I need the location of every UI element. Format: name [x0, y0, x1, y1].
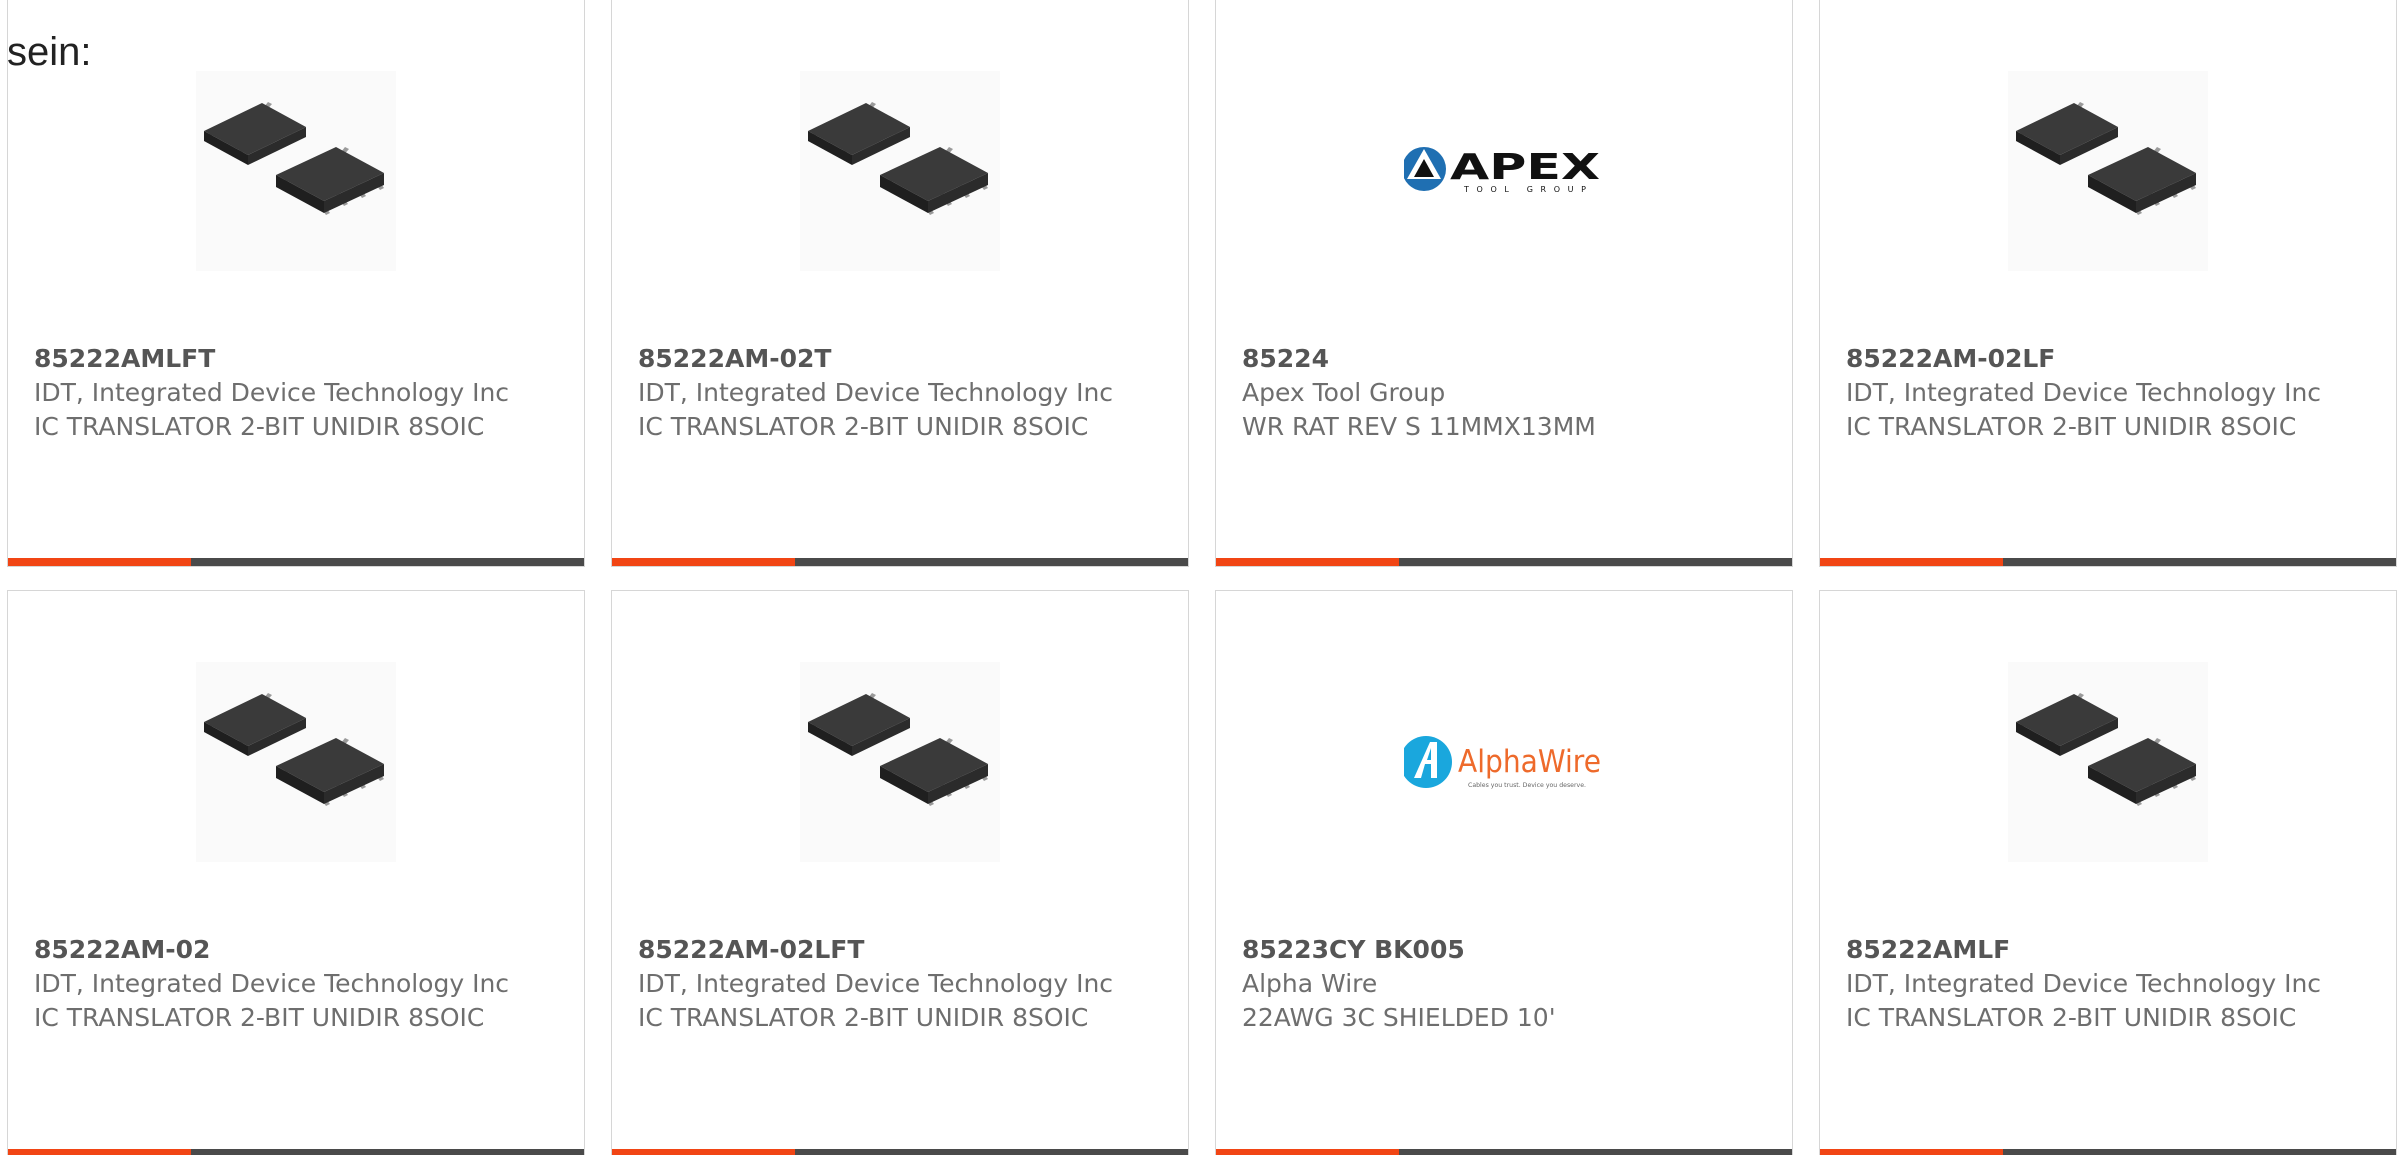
- card-footer-bar: [1820, 558, 2396, 566]
- product-description: WR RAT REV S 11MMX13MM: [1242, 412, 1596, 441]
- part-number-link[interactable]: 85222AM-02: [34, 933, 554, 967]
- product-image[interactable]: [196, 71, 396, 271]
- card-footer-bar: [612, 558, 1188, 566]
- product-description: IC TRANSLATOR 2-BIT UNIDIR 8SOIC: [1846, 412, 2297, 441]
- part-number-link[interactable]: 85222AM-02T: [638, 342, 1158, 376]
- product-grid: 85222AMLFT IDT, Integrated Device Techno…: [7, 0, 2400, 1155]
- product-image[interactable]: APEX TOOL GROUP: [1404, 71, 1604, 271]
- manufacturer-name: IDT, Integrated Device Technology Inc: [34, 969, 510, 998]
- product-card[interactable]: APEX TOOL GROUP 85224 Apex Tool Group WR…: [1215, 0, 1793, 567]
- ic-chip-icon: [196, 662, 396, 862]
- ic-chip-icon: [800, 662, 1000, 862]
- part-number-link[interactable]: 85222AMLF: [1846, 933, 2366, 967]
- intro-text: sein:: [7, 30, 92, 74]
- card-footer-bar: [1216, 1149, 1792, 1155]
- alphawire-logo: AlphaWire Cables you trust. Device you d…: [1404, 736, 1601, 789]
- product-info: 85222AM-02T IDT, Integrated Device Techn…: [638, 342, 1158, 444]
- card-accent-bar: [1216, 558, 1399, 566]
- product-description: IC TRANSLATOR 2-BIT UNIDIR 8SOIC: [638, 412, 1089, 441]
- apex-logo-wordmark: APEX: [1450, 147, 1600, 188]
- card-accent-bar: [8, 558, 191, 566]
- product-image[interactable]: [2008, 662, 2208, 862]
- card-footer-bar: [8, 558, 584, 566]
- product-info: 85222AM-02 IDT, Integrated Device Techno…: [34, 933, 554, 1035]
- apex-logo: APEX TOOL GROUP: [1404, 147, 1600, 194]
- product-info: 85222AM-02LF IDT, Integrated Device Tech…: [1846, 342, 2366, 444]
- alphawire-logo-tagline: Cables you trust. Device you deserve.: [1468, 782, 1586, 789]
- product-results-page: sein: 85222AMLFT IDT, Integrated Device …: [0, 0, 2400, 1155]
- part-number-link[interactable]: 85222AMLFT: [34, 342, 554, 376]
- product-card[interactable]: 85222AM-02T IDT, Integrated Device Techn…: [611, 0, 1189, 567]
- ic-chip-icon: [2008, 71, 2208, 271]
- part-number-link[interactable]: 85224: [1242, 342, 1762, 376]
- card-accent-bar: [612, 558, 795, 566]
- product-info: 85222AM-02LFT IDT, Integrated Device Tec…: [638, 933, 1158, 1035]
- manufacturer-name: IDT, Integrated Device Technology Inc: [638, 378, 1114, 407]
- ic-chip-icon: [196, 71, 396, 271]
- product-description: IC TRANSLATOR 2-BIT UNIDIR 8SOIC: [1846, 1003, 2297, 1032]
- manufacturer-name: IDT, Integrated Device Technology Inc: [34, 378, 510, 407]
- product-card[interactable]: 85222AMLFT IDT, Integrated Device Techno…: [7, 0, 585, 567]
- product-description: IC TRANSLATOR 2-BIT UNIDIR 8SOIC: [638, 1003, 1089, 1032]
- manufacturer-name: IDT, Integrated Device Technology Inc: [1846, 378, 2322, 407]
- manufacturer-name: Alpha Wire: [1242, 969, 1378, 998]
- product-description: IC TRANSLATOR 2-BIT UNIDIR 8SOIC: [34, 1003, 485, 1032]
- card-footer-bar: [1820, 1149, 2396, 1155]
- product-image[interactable]: [2008, 71, 2208, 271]
- manufacturer-name: Apex Tool Group: [1242, 378, 1446, 407]
- product-info: 85222AMLFT IDT, Integrated Device Techno…: [34, 342, 554, 444]
- card-footer-bar: [8, 1149, 584, 1155]
- part-number-link[interactable]: 85222AM-02LF: [1846, 342, 2366, 376]
- card-accent-bar: [8, 1149, 191, 1155]
- product-description: 22AWG 3C SHIELDED 10': [1242, 1003, 1556, 1032]
- product-card[interactable]: 85222AM-02LF IDT, Integrated Device Tech…: [1819, 0, 2397, 567]
- product-card[interactable]: AlphaWire Cables you trust. Device you d…: [1215, 590, 1793, 1155]
- card-accent-bar: [1820, 558, 2003, 566]
- product-image[interactable]: [800, 71, 1000, 271]
- card-footer-bar: [1216, 558, 1792, 566]
- product-image[interactable]: AlphaWire Cables you trust. Device you d…: [1404, 662, 1604, 862]
- ic-chip-icon: [800, 71, 1000, 271]
- part-number-link[interactable]: 85222AM-02LFT: [638, 933, 1158, 967]
- alphawire-logo-wordmark: AlphaWire: [1458, 744, 1601, 780]
- ic-chip-icon: [2008, 662, 2208, 862]
- card-footer-bar: [612, 1149, 1188, 1155]
- card-accent-bar: [1216, 1149, 1399, 1155]
- card-accent-bar: [1820, 1149, 2003, 1155]
- product-card[interactable]: 85222AM-02 IDT, Integrated Device Techno…: [7, 590, 585, 1155]
- product-card[interactable]: 85222AM-02LFT IDT, Integrated Device Tec…: [611, 590, 1189, 1155]
- product-info: 85224 Apex Tool Group WR RAT REV S 11MMX…: [1242, 342, 1762, 444]
- product-card[interactable]: 85222AMLF IDT, Integrated Device Technol…: [1819, 590, 2397, 1155]
- manufacturer-name: IDT, Integrated Device Technology Inc: [1846, 969, 2322, 998]
- product-description: IC TRANSLATOR 2-BIT UNIDIR 8SOIC: [34, 412, 485, 441]
- product-info: 85223CY BK005 Alpha Wire 22AWG 3C SHIELD…: [1242, 933, 1762, 1035]
- part-number-link[interactable]: 85223CY BK005: [1242, 933, 1762, 967]
- card-accent-bar: [612, 1149, 795, 1155]
- product-info: 85222AMLF IDT, Integrated Device Technol…: [1846, 933, 2366, 1035]
- product-image[interactable]: [800, 662, 1000, 862]
- manufacturer-name: IDT, Integrated Device Technology Inc: [638, 969, 1114, 998]
- product-image[interactable]: [196, 662, 396, 862]
